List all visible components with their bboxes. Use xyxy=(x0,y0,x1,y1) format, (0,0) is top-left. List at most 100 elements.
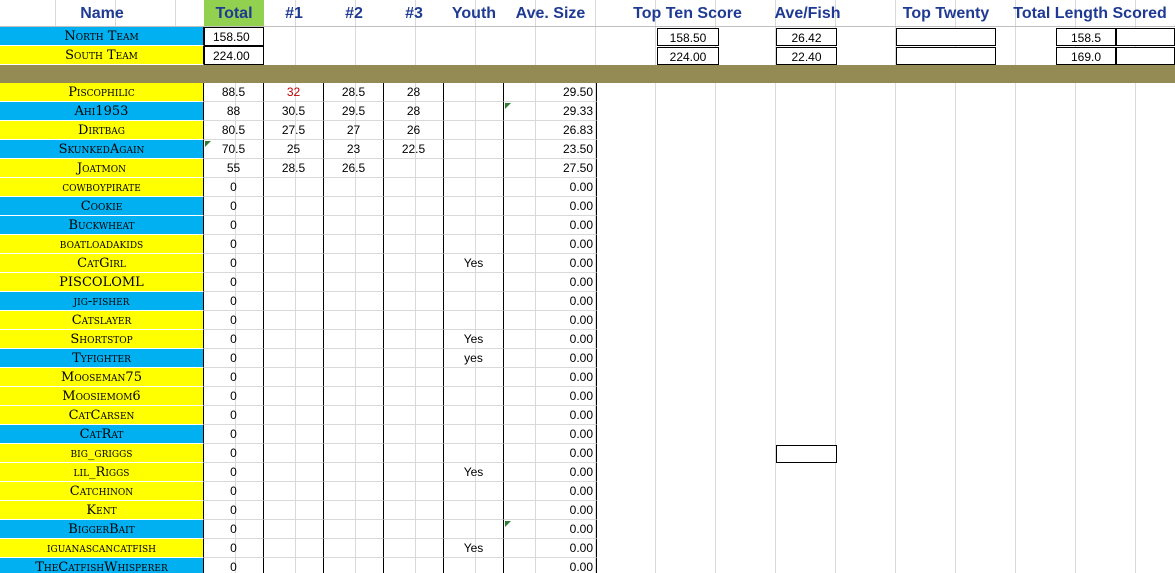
team-total[interactable]: 158.50 xyxy=(204,27,264,46)
team-top-twenty[interactable] xyxy=(896,47,996,65)
player-fish-1[interactable] xyxy=(264,330,324,349)
player-youth[interactable] xyxy=(444,178,504,197)
player-fish-1[interactable] xyxy=(264,311,324,330)
player-youth[interactable] xyxy=(444,121,504,140)
player-fish-3[interactable] xyxy=(384,197,444,216)
player-fish-3[interactable] xyxy=(384,311,444,330)
player-youth[interactable] xyxy=(444,235,504,254)
player-total[interactable]: 0 xyxy=(204,463,264,482)
team-ave-fish[interactable]: 26.42 xyxy=(776,28,837,46)
player-fish-1[interactable]: 32 xyxy=(264,83,324,102)
header-ave-fish[interactable]: Ave/Fish xyxy=(760,0,855,28)
header-youth[interactable]: Youth xyxy=(444,0,504,28)
player-youth[interactable] xyxy=(444,425,504,444)
player-fish-1[interactable] xyxy=(264,463,324,482)
player-fish-3[interactable]: 26 xyxy=(384,121,444,140)
player-fish-2[interactable] xyxy=(324,311,384,330)
player-fish-2[interactable] xyxy=(324,406,384,425)
player-total[interactable]: 70.5 xyxy=(204,140,264,159)
player-total[interactable]: 0 xyxy=(204,482,264,501)
player-total[interactable]: 80.5 xyxy=(204,121,264,140)
player-name[interactable]: Kent xyxy=(0,501,204,520)
team-top-ten-score[interactable]: 158.50 xyxy=(657,28,719,46)
player-name[interactable]: iguanascancatfish xyxy=(0,539,204,558)
player-fish-2[interactable]: 27 xyxy=(324,121,384,140)
player-youth[interactable] xyxy=(444,83,504,102)
player-fish-2[interactable]: 23 xyxy=(324,140,384,159)
player-fish-1[interactable] xyxy=(264,254,324,273)
player-fish-3[interactable] xyxy=(384,368,444,387)
team-total-length[interactable]: 158.5 xyxy=(1056,28,1116,46)
player-name[interactable]: Catchinon xyxy=(0,482,204,501)
player-youth[interactable] xyxy=(444,387,504,406)
player-total[interactable]: 0 xyxy=(204,311,264,330)
player-name[interactable]: TheCatfishWhisperer xyxy=(0,558,204,573)
player-fish-1[interactable] xyxy=(264,349,324,368)
player-fish-3[interactable] xyxy=(384,425,444,444)
player-ave-size[interactable]: 0.00 xyxy=(504,216,597,235)
player-total[interactable]: 0 xyxy=(204,501,264,520)
player-total[interactable]: 0 xyxy=(204,254,264,273)
player-fish-3[interactable] xyxy=(384,254,444,273)
player-name[interactable]: cowboypirate xyxy=(0,178,204,197)
player-youth[interactable] xyxy=(444,501,504,520)
player-fish-1[interactable] xyxy=(264,368,324,387)
player-fish-1[interactable] xyxy=(264,558,324,573)
player-total[interactable]: 0 xyxy=(204,558,264,573)
player-fish-3[interactable]: 22.5 xyxy=(384,140,444,159)
player-youth[interactable]: yes xyxy=(444,349,504,368)
player-fish-1[interactable] xyxy=(264,178,324,197)
player-fish-3[interactable] xyxy=(384,539,444,558)
player-name[interactable]: jig-fisher xyxy=(0,292,204,311)
player-fish-2[interactable] xyxy=(324,444,384,463)
player-total[interactable]: 0 xyxy=(204,406,264,425)
player-total[interactable]: 0 xyxy=(204,425,264,444)
player-fish-3[interactable] xyxy=(384,463,444,482)
player-ave-size[interactable]: 0.00 xyxy=(504,482,597,501)
player-total[interactable]: 88.5 xyxy=(204,83,264,102)
team-top-ten-score[interactable]: 224.00 xyxy=(657,47,719,65)
player-ave-size[interactable]: 0.00 xyxy=(504,368,597,387)
player-fish-1[interactable] xyxy=(264,425,324,444)
player-name[interactable]: Catslayer xyxy=(0,311,204,330)
ave-fish-selected-cell[interactable] xyxy=(776,445,837,463)
player-fish-2[interactable] xyxy=(324,501,384,520)
player-fish-3[interactable] xyxy=(384,501,444,520)
player-youth[interactable] xyxy=(444,140,504,159)
player-total[interactable]: 0 xyxy=(204,520,264,539)
player-name[interactable]: Piscophilic xyxy=(0,83,204,102)
player-fish-3[interactable] xyxy=(384,520,444,539)
player-youth[interactable] xyxy=(444,273,504,292)
player-total[interactable]: 0 xyxy=(204,273,264,292)
player-fish-2[interactable] xyxy=(324,520,384,539)
player-fish-2[interactable]: 26.5 xyxy=(324,159,384,178)
team-extra-cell[interactable] xyxy=(1116,47,1175,65)
player-name[interactable]: boatloadakids xyxy=(0,235,204,254)
player-ave-size[interactable]: 0.00 xyxy=(504,330,597,349)
player-youth[interactable] xyxy=(444,406,504,425)
player-fish-1[interactable] xyxy=(264,216,324,235)
player-name[interactable]: BiggerBait xyxy=(0,520,204,539)
player-ave-size[interactable]: 0.00 xyxy=(504,444,597,463)
player-ave-size[interactable]: 29.50 xyxy=(504,83,597,102)
player-fish-2[interactable] xyxy=(324,425,384,444)
player-fish-2[interactable] xyxy=(324,273,384,292)
player-name[interactable]: SkunkedAgain xyxy=(0,140,204,159)
player-total[interactable]: 0 xyxy=(204,368,264,387)
player-name[interactable]: Buckwheat xyxy=(0,216,204,235)
player-fish-1[interactable] xyxy=(264,387,324,406)
player-ave-size[interactable]: 29.33 xyxy=(504,102,597,121)
header-1[interactable]: #1 xyxy=(264,0,324,28)
player-fish-1[interactable]: 30.5 xyxy=(264,102,324,121)
player-fish-1[interactable] xyxy=(264,501,324,520)
player-fish-2[interactable]: 28.5 xyxy=(324,83,384,102)
player-fish-2[interactable] xyxy=(324,463,384,482)
player-ave-size[interactable]: 0.00 xyxy=(504,406,597,425)
player-fish-1[interactable] xyxy=(264,482,324,501)
player-fish-3[interactable] xyxy=(384,216,444,235)
player-fish-2[interactable] xyxy=(324,349,384,368)
player-name[interactable]: Dirtbag xyxy=(0,121,204,140)
player-youth[interactable] xyxy=(444,311,504,330)
player-fish-3[interactable] xyxy=(384,387,444,406)
player-name[interactable]: Moosiemom6 xyxy=(0,387,204,406)
